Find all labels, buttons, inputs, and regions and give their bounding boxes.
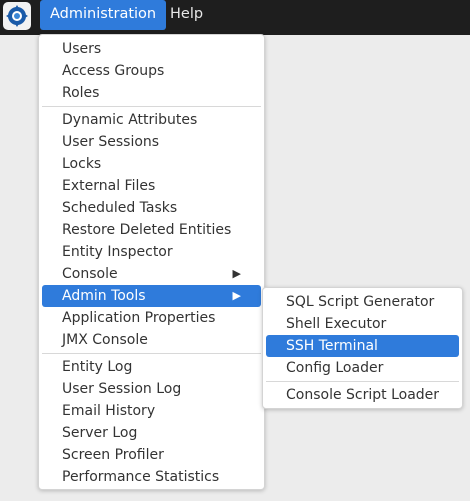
submenu-item-config-loader[interactable]: Config Loader: [266, 357, 459, 379]
menu-item-entity-inspector[interactable]: Entity Inspector: [42, 241, 261, 263]
menu-item-screen-profiler[interactable]: Screen Profiler: [42, 444, 261, 466]
menu-item-label: Console: [62, 266, 118, 282]
menu-separator: [42, 353, 261, 354]
app-logo-icon[interactable]: [3, 2, 31, 30]
menu-item-label: Admin Tools: [62, 288, 146, 304]
menu-item-admin-tools[interactable]: Admin Tools ▶: [42, 285, 261, 307]
menu-item-entity-log[interactable]: Entity Log: [42, 356, 261, 378]
menu-item-dynamic-attributes[interactable]: Dynamic Attributes: [42, 109, 261, 131]
menu-item-access-groups[interactable]: Access Groups: [42, 60, 261, 82]
submenu-arrow-icon: ▶: [232, 289, 241, 302]
menu-item-user-session-log[interactable]: User Session Log: [42, 378, 261, 400]
menu-item-external-files[interactable]: External Files: [42, 175, 261, 197]
admin-tools-submenu: SQL Script Generator Shell Executor SSH …: [262, 287, 463, 409]
menu-item-application-properties[interactable]: Application Properties: [42, 307, 261, 329]
menu-item-server-log[interactable]: Server Log: [42, 422, 261, 444]
menu-separator: [266, 381, 459, 382]
submenu-item-shell-executor[interactable]: Shell Executor: [266, 313, 459, 335]
administration-menu: Users Access Groups Roles Dynamic Attrib…: [38, 34, 265, 490]
top-menubar: Administration Help: [0, 0, 470, 35]
menu-help[interactable]: Help: [160, 0, 213, 30]
menu-item-restore-deleted-entities[interactable]: Restore Deleted Entities: [42, 219, 261, 241]
menu-item-user-sessions[interactable]: User Sessions: [42, 131, 261, 153]
menu-item-scheduled-tasks[interactable]: Scheduled Tasks: [42, 197, 261, 219]
menu-item-jmx-console[interactable]: JMX Console: [42, 329, 261, 351]
menu-item-console[interactable]: Console ▶: [42, 263, 261, 285]
submenu-item-ssh-terminal[interactable]: SSH Terminal: [266, 335, 459, 357]
menu-administration[interactable]: Administration: [40, 0, 167, 30]
submenu-item-console-script-loader[interactable]: Console Script Loader: [266, 384, 459, 406]
menu-item-email-history[interactable]: Email History: [42, 400, 261, 422]
menu-separator: [42, 106, 261, 107]
menu-item-users[interactable]: Users: [42, 38, 261, 60]
menu-item-performance-statistics[interactable]: Performance Statistics: [42, 466, 261, 488]
submenu-item-sql-script-generator[interactable]: SQL Script Generator: [266, 291, 459, 313]
menu-item-roles[interactable]: Roles: [42, 82, 261, 104]
submenu-arrow-icon: ▶: [232, 267, 241, 280]
menu-item-locks[interactable]: Locks: [42, 153, 261, 175]
